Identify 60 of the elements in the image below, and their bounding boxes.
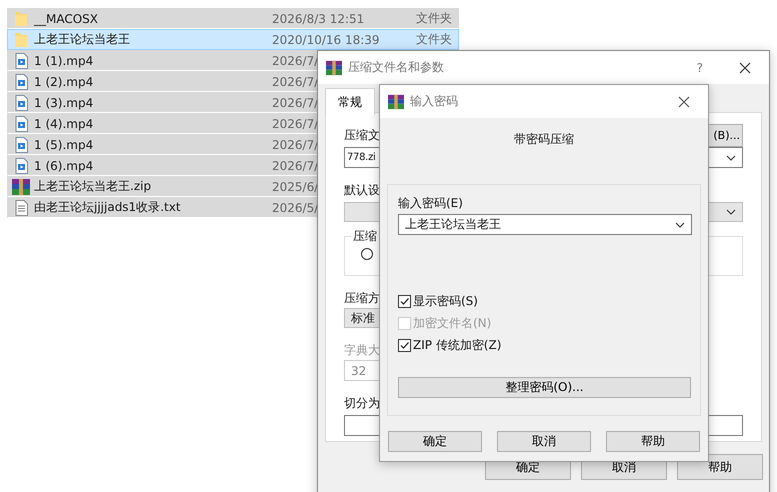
archive-icon — [326, 60, 342, 76]
video-file-icon — [14, 158, 28, 174]
checkbox-label: 加密文件名(N) — [413, 314, 492, 332]
checkbox[interactable] — [398, 294, 411, 308]
file-date: 2026/7/ — [272, 116, 318, 130]
video-file-icon — [14, 94, 28, 110]
field-label: 字典大 — [344, 342, 380, 358]
file-row[interactable]: __MACOSX 2026/8/3 12:51 文件夹 — [7, 8, 459, 29]
window-title: 输入密码 — [410, 93, 458, 110]
password-field[interactable]: 上老王论坛当老王 — [398, 214, 692, 235]
file-date: 2026/7/ — [272, 158, 318, 172]
checkbox[interactable] — [398, 338, 411, 352]
file-name: 1 (4).mp4 — [34, 116, 94, 130]
file-row[interactable]: 上老王论坛当老王 2020/10/16 18:39 文件夹 — [7, 29, 459, 50]
radio-button[interactable] — [361, 248, 373, 260]
file-name: 1 (1).mp4 — [34, 54, 94, 68]
dialog-button[interactable]: 确定 — [388, 431, 482, 452]
file-date: 2026/7/ — [272, 74, 318, 88]
file-date: 2020/10/16 18:39 — [272, 32, 380, 46]
archive-icon — [388, 94, 404, 110]
file-date: 2026/7/ — [272, 138, 318, 152]
chevron-down-icon — [675, 222, 685, 228]
file-name: 1 (6).mp4 — [34, 158, 94, 172]
file-date: 2025/6/ — [272, 180, 318, 194]
dialog-button[interactable]: 帮助 — [606, 431, 700, 452]
folder-icon — [14, 10, 28, 26]
file-name: 1 (5).mp4 — [34, 138, 94, 152]
dialog-button[interactable]: 取消 — [497, 431, 591, 452]
file-date: 2026/5/ — [272, 200, 318, 214]
file-date: 2026/7/ — [272, 96, 318, 110]
tab[interactable]: 常规 — [325, 88, 375, 115]
checkbox-label: 显示密码(S) — [413, 292, 478, 310]
file-type: 文件夹 — [416, 31, 452, 48]
text-file-icon — [14, 200, 28, 216]
archive-icon — [12, 178, 30, 194]
video-file-icon — [14, 116, 28, 132]
file-type: 文件夹 — [416, 10, 452, 27]
organize-passwords-button[interactable]: 整理密码(O)... — [398, 377, 691, 398]
file-name: 1 (3).mp4 — [34, 96, 94, 110]
file-date: 2026/7/ — [272, 54, 318, 68]
file-name: 上老王论坛当老王 — [34, 31, 131, 48]
chevron-down-icon — [726, 154, 736, 160]
dialog-heading: 带密码压缩 — [513, 131, 575, 147]
video-file-icon — [14, 136, 28, 152]
field-label: 压缩方 — [344, 290, 380, 306]
file-name: 上老王论坛当老王.zip — [34, 178, 152, 195]
video-file-icon — [14, 74, 28, 90]
field-label: 默认设 — [344, 182, 380, 198]
file-name: 1 (2).mp4 — [34, 74, 94, 88]
file-name: 由老王论坛jjjjads1收录.txt — [34, 199, 182, 216]
help-button[interactable]: ? — [684, 60, 715, 74]
file-name: __MACOSX — [34, 12, 100, 26]
close-icon[interactable] — [678, 96, 690, 108]
field-label: 切分为 — [344, 395, 380, 411]
close-icon[interactable] — [739, 62, 751, 74]
file-date: 2026/8/3 12:51 — [272, 12, 364, 26]
video-file-icon — [14, 52, 28, 68]
folder-icon — [14, 32, 28, 48]
chevron-down-icon — [726, 209, 736, 215]
checkbox-label: ZIP 传统加密(Z) — [413, 336, 502, 354]
